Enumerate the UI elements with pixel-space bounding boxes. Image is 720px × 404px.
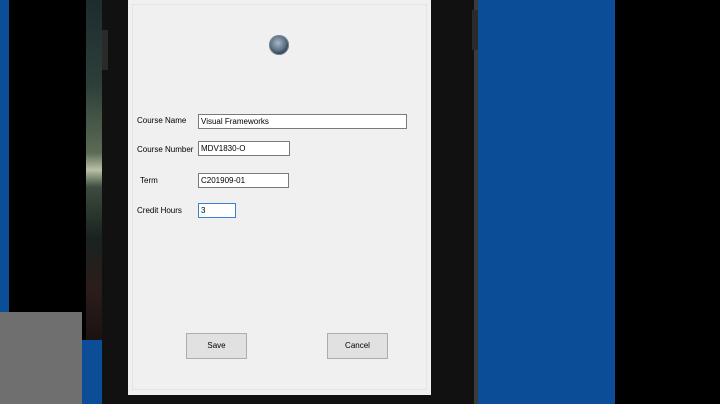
cancel-button[interactable]: Cancel (327, 333, 388, 359)
device-side-button-left (102, 30, 108, 70)
course-number-input[interactable]: MDV1830-O (198, 141, 290, 156)
save-button[interactable]: Save (186, 333, 247, 359)
credit-hours-label: Credit Hours (137, 206, 182, 215)
term-label: Term (140, 176, 158, 185)
desktop-background-right (478, 0, 615, 404)
desktop-background-left-lower (82, 340, 102, 404)
credit-hours-input[interactable]: 3 (198, 203, 236, 218)
desktop-background-left (0, 0, 9, 312)
course-name-input[interactable]: Visual Frameworks (198, 114, 407, 129)
course-name-label: Course Name (137, 116, 187, 125)
background-wallpaper (86, 0, 102, 340)
profile-avatar-icon (269, 35, 289, 55)
course-number-label: Course Number (137, 145, 194, 154)
desktop-panel (0, 312, 82, 404)
term-input[interactable]: C201909-01 (198, 173, 289, 188)
